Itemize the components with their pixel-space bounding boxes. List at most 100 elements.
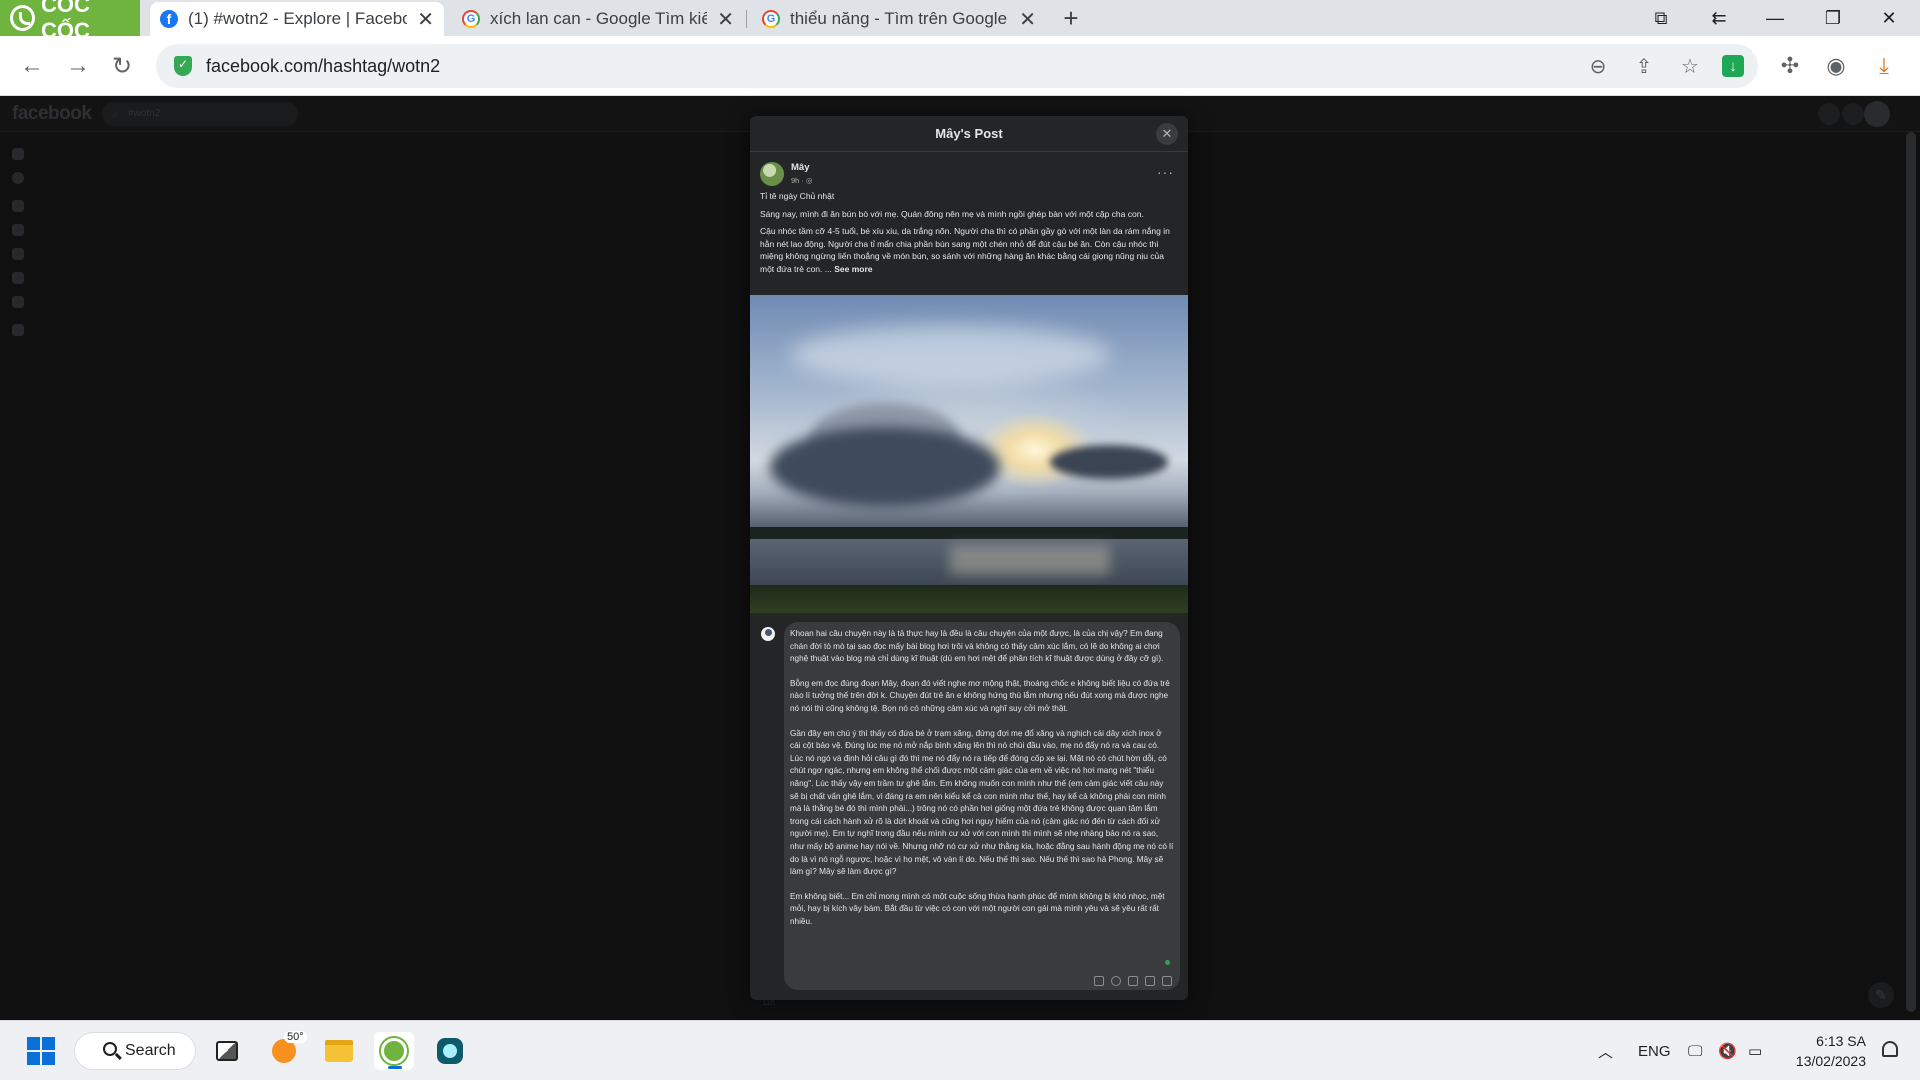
facebook-logo[interactable]: facebook: [12, 103, 92, 125]
download-video-icon[interactable]: ↓: [1722, 55, 1744, 77]
task-view-button[interactable]: [207, 1032, 247, 1070]
start-button[interactable]: [27, 1037, 55, 1065]
tab-title: xích lan can - Google Tìm kiếm: [490, 9, 708, 28]
address-bar[interactable]: facebook.com/hashtag/wotn2 ⊖ ⇪ ☆ ↓: [156, 44, 1758, 88]
app-taskbar-button[interactable]: [430, 1032, 470, 1070]
network-icon[interactable]: 🖵: [1688, 1021, 1702, 1080]
photo-reflection: [950, 545, 1110, 575]
extensions-button[interactable]: ✣: [1772, 48, 1808, 84]
volume-muted-icon[interactable]: 🔇: [1718, 1021, 1737, 1080]
downloads-button[interactable]: ⤓: [1866, 48, 1902, 84]
screen-capture-button[interactable]: ⧉: [1638, 0, 1684, 36]
post-title: Tỉ tê ngày Chủ nhật: [760, 191, 835, 201]
new-tab-button[interactable]: +: [1055, 2, 1087, 34]
comment-paragraph: Bỗng em đọc đúng đoạn Mây, đoạn đó viết …: [790, 678, 1170, 713]
restore-button[interactable]: ❐: [1810, 0, 1856, 36]
close-icon[interactable]: ✕: [417, 7, 434, 32]
comment-draft-text[interactable]: Khoan hai câu chuyện này là tả thực hay …: [790, 628, 1174, 940]
reload-button[interactable]: ↻: [104, 48, 140, 84]
minimize-icon: —: [1766, 7, 1784, 28]
coccoc-menu-button[interactable]: CỐC CỐC: [0, 0, 140, 43]
gif-icon[interactable]: [1145, 976, 1155, 986]
secure-lock-icon[interactable]: [174, 56, 192, 76]
puzzle-icon: ✣: [1780, 53, 1800, 78]
commenter-avatar[interactable]: [759, 625, 777, 643]
windows-taskbar: Search 50° ︿ ENG 🖵 🔇 ▭ 6:13 SA 13/02/202…: [0, 1020, 1920, 1080]
input-language-button[interactable]: ENG: [1638, 1021, 1671, 1080]
home-icon[interactable]: [12, 148, 24, 160]
screen-capture-icon: ⧉: [1654, 7, 1668, 28]
menu-grid-icon[interactable]: [12, 296, 24, 308]
profile-button[interactable]: ◉: [1818, 48, 1854, 84]
restore-icon: ❐: [1824, 7, 1842, 28]
tab-google-search-1[interactable]: G xích lan can - Google Tìm kiếm ✕: [452, 2, 744, 36]
author-name[interactable]: Mây: [791, 162, 813, 173]
arrow-left-icon: ←: [20, 52, 44, 79]
tab-search-button[interactable]: ⇇: [1696, 0, 1742, 36]
gaming-icon[interactable]: [12, 272, 24, 284]
coccoc-logo-icon: [10, 5, 36, 31]
show-hidden-icons-button[interactable]: ︿: [1598, 1021, 1613, 1080]
url-text[interactable]: facebook.com/hashtag/wotn2: [206, 56, 440, 77]
battery-icon[interactable]: ▭: [1748, 1021, 1762, 1080]
close-modal-button[interactable]: ✕: [1156, 123, 1178, 145]
modal-title: Mây's Post: [935, 126, 1003, 141]
sticker-icon[interactable]: [1162, 976, 1172, 986]
avatar-sticker-icon[interactable]: [1094, 976, 1104, 986]
folder-icon: [325, 1040, 353, 1062]
reload-icon: ↻: [111, 52, 133, 80]
coccoc-taskbar-button[interactable]: [374, 1032, 414, 1070]
browser-tab-strip: CỐC CỐC f (1) #wotn2 - Explore | Faceboo…: [0, 0, 1920, 43]
post-modal: Mây's Post ✕ Mây 9h · ◎ ··· Tỉ tê ngày C…: [750, 116, 1188, 1000]
zoom-out-icon[interactable]: ⊖: [1584, 52, 1612, 80]
marketplace-icon[interactable]: [12, 224, 24, 236]
facebook-search-input[interactable]: #wotn2: [102, 102, 298, 126]
close-icon[interactable]: ✕: [1019, 7, 1036, 32]
notification-bell-icon[interactable]: [1882, 1041, 1898, 1057]
globe-icon: ◎: [806, 176, 813, 185]
tab-title: (1) #wotn2 - Explore | Facebook: [188, 9, 408, 28]
camera-icon[interactable]: [1128, 976, 1138, 986]
account-avatar[interactable]: [1864, 101, 1890, 127]
tab-google-search-2[interactable]: G thiểu năng - Tìm trên Google ✕: [752, 2, 1046, 36]
link-icon[interactable]: [12, 324, 24, 336]
close-icon: ✕: [1881, 7, 1897, 28]
notifications-icon[interactable]: [1842, 103, 1864, 125]
taskbar-search[interactable]: Search: [74, 1032, 196, 1070]
close-icon: ✕: [1161, 126, 1173, 141]
post-body: Tỉ tê ngày Chủ nhật Sáng nay, mình đi ăn…: [760, 190, 1178, 280]
clock-date: 13/02/2023: [1795, 1053, 1866, 1069]
task-view-icon: [216, 1041, 238, 1061]
see-more-link[interactable]: See more: [834, 264, 872, 274]
more-dots-icon: ···: [1157, 164, 1174, 180]
close-icon[interactable]: ✕: [717, 7, 734, 32]
page-scrollbar[interactable]: [1906, 132, 1916, 1012]
bookmark-star-icon[interactable]: ☆: [1676, 52, 1704, 80]
author-avatar[interactable]: [760, 162, 784, 186]
system-clock[interactable]: 6:13 SA 13/02/2023: [1796, 1031, 1866, 1071]
watch-icon[interactable]: [12, 200, 24, 212]
share-icon[interactable]: ⇪: [1630, 52, 1658, 80]
windows-logo-icon: [27, 1037, 40, 1050]
photo-cloud: [1050, 445, 1168, 479]
file-explorer-button[interactable]: [319, 1032, 359, 1070]
emoji-icon[interactable]: [1111, 976, 1121, 986]
post-photo-sky-sunset[interactable]: [750, 295, 1188, 613]
post-options-button[interactable]: ···: [1157, 164, 1174, 180]
photo-cloud: [790, 325, 1110, 385]
minimize-button[interactable]: —: [1752, 0, 1798, 36]
back-button[interactable]: ←: [14, 48, 50, 84]
search-icon: [103, 1042, 117, 1056]
modal-header: Mây's Post ✕: [750, 116, 1188, 152]
tab-facebook[interactable]: f (1) #wotn2 - Explore | Facebook ✕: [150, 2, 444, 36]
profile-icon[interactable]: [12, 172, 24, 184]
forward-button[interactable]: →: [60, 48, 96, 84]
messenger-icon[interactable]: [1818, 103, 1840, 125]
plus-icon: +: [1063, 2, 1079, 33]
close-window-button[interactable]: ✕: [1866, 0, 1912, 36]
new-message-button[interactable]: ✎: [1868, 982, 1894, 1008]
chevron-up-icon: ︿: [1598, 1043, 1614, 1061]
grammarly-status-icon[interactable]: [1165, 960, 1170, 965]
post-timestamp[interactable]: 9h · ◎: [791, 176, 813, 185]
groups-icon[interactable]: [12, 248, 24, 260]
